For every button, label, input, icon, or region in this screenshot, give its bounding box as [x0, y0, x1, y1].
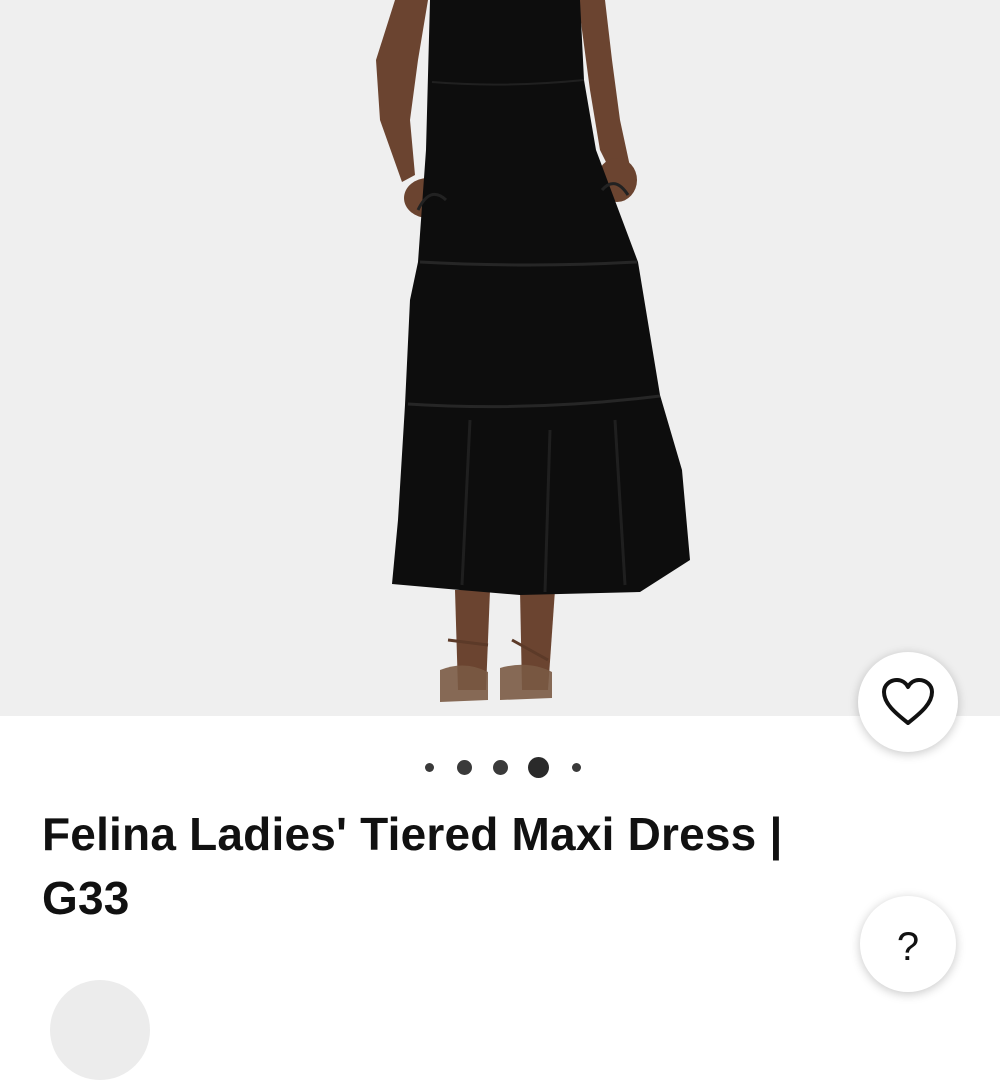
- heart-outline-icon: [882, 678, 934, 725]
- pager-dot[interactable]: [425, 763, 434, 772]
- product-title: Felina Ladies' Tiered Maxi Dress | G33: [42, 802, 872, 930]
- avatar[interactable]: [50, 980, 150, 1080]
- product-title-line2: G33: [42, 872, 130, 924]
- help-button[interactable]: ?: [860, 896, 956, 992]
- image-pager[interactable]: [0, 757, 1000, 778]
- pager-dot[interactable]: [493, 760, 508, 775]
- product-image[interactable]: [0, 0, 1000, 716]
- dress-photo: [376, 0, 690, 702]
- pager-dot[interactable]: [572, 763, 581, 772]
- favorite-button[interactable]: [858, 652, 958, 752]
- pager-dot-active[interactable]: [528, 757, 549, 778]
- pager-dot[interactable]: [457, 760, 472, 775]
- product-title-line1: Felina Ladies' Tiered Maxi Dress |: [42, 808, 783, 860]
- help-icon: ?: [896, 924, 920, 969]
